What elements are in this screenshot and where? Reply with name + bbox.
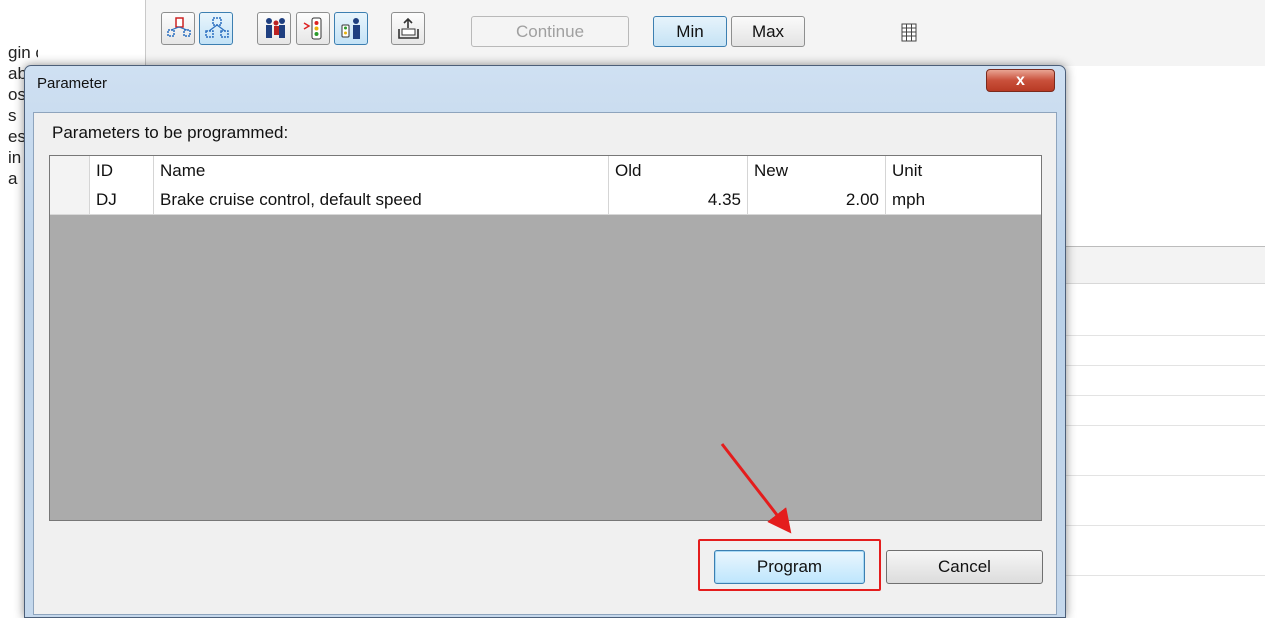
column-header-unit[interactable]: Unit (886, 156, 1041, 185)
min-button[interactable]: Min (653, 16, 727, 47)
flow-chart-dots-icon (205, 17, 229, 38)
parameters-label: Parameters to be programmed: (52, 123, 289, 142)
max-button[interactable]: Max (731, 16, 805, 47)
cell-new: 2.00 (748, 185, 886, 214)
background-list-divider (1058, 395, 1265, 396)
continue-button[interactable]: Continue (471, 16, 629, 47)
people-button[interactable] (257, 12, 291, 45)
column-header-name[interactable]: Name (154, 156, 609, 185)
upload-icon (398, 17, 419, 39)
people-icon (266, 18, 285, 38)
table-header: ID Name Old New Unit (50, 156, 1041, 186)
column-header-id[interactable]: ID (90, 156, 154, 185)
dialog-body: Parameters to be programmed: ID Name Old… (33, 112, 1057, 615)
background-list-divider (1058, 365, 1265, 366)
background-list-divider (1058, 525, 1265, 526)
flow-chart-dots-button[interactable] (199, 12, 233, 45)
flow-chart-icon (167, 17, 191, 37)
upload-button[interactable] (391, 12, 425, 45)
dialog-title: Parameter (37, 75, 108, 92)
background-list-divider (1058, 425, 1265, 426)
person-signal-icon (341, 18, 360, 39)
program-button-highlight (698, 539, 881, 591)
background-list-divider (1058, 475, 1265, 476)
background-list-divider (1058, 575, 1265, 576)
flow-chart-button[interactable] (161, 12, 195, 45)
cell-id: DJ (90, 185, 154, 214)
column-header-new[interactable]: New (748, 156, 886, 185)
parameter-dialog: Parameter x Parameters to be programmed:… (24, 65, 1066, 618)
column-header-old[interactable]: Old (609, 156, 748, 185)
row-selector[interactable] (50, 185, 90, 214)
background-right-panel (1058, 66, 1265, 618)
parameters-table: ID Name Old New Unit DJ Brake cruise con… (49, 155, 1042, 521)
cancel-button[interactable]: Cancel (886, 550, 1043, 584)
traffic-light-button[interactable] (296, 12, 330, 45)
traffic-light-icon (303, 17, 322, 40)
cell-name: Brake cruise control, default speed (154, 185, 609, 214)
grid-table-icon[interactable] (901, 23, 917, 43)
row-selector-header (50, 156, 90, 185)
background-list-header (1058, 246, 1265, 284)
background-list-divider (1058, 335, 1265, 336)
main-toolbar: Continue Min Max (145, 0, 1265, 67)
red-arrow-annotation (720, 443, 792, 534)
cell-old: 4.35 (609, 185, 748, 214)
close-button[interactable]: x (986, 69, 1055, 92)
cell-unit: mph (892, 190, 926, 209)
table-row[interactable]: DJ Brake cruise control, default speed 4… (50, 185, 1041, 215)
person-signal-button[interactable] (334, 12, 368, 45)
